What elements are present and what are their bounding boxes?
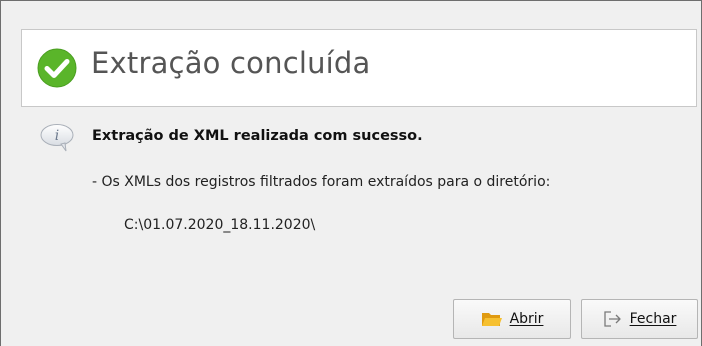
directory-path: C:\01.07.2020_18.11.2020\: [124, 217, 316, 233]
close-button-label: Fechar: [629, 311, 677, 327]
extraction-dialog: Extração concluída i Extração de XML rea…: [0, 0, 702, 346]
dialog-header: Extração concluída: [21, 29, 697, 107]
info-icon: i: [40, 124, 74, 152]
svg-text:i: i: [55, 128, 59, 144]
dialog-title: Extração concluída: [91, 46, 371, 80]
folder-open-icon: [481, 313, 502, 326]
close-button[interactable]: Fechar: [581, 299, 698, 339]
open-button[interactable]: Abrir: [453, 299, 571, 339]
detail-text: - Os XMLs dos registros filtrados foram …: [92, 174, 551, 190]
exit-icon: [603, 311, 621, 327]
success-message: Extração de XML realizada com sucesso.: [92, 128, 423, 144]
open-button-label: Abrir: [509, 311, 544, 327]
check-circle-icon: [37, 48, 77, 88]
